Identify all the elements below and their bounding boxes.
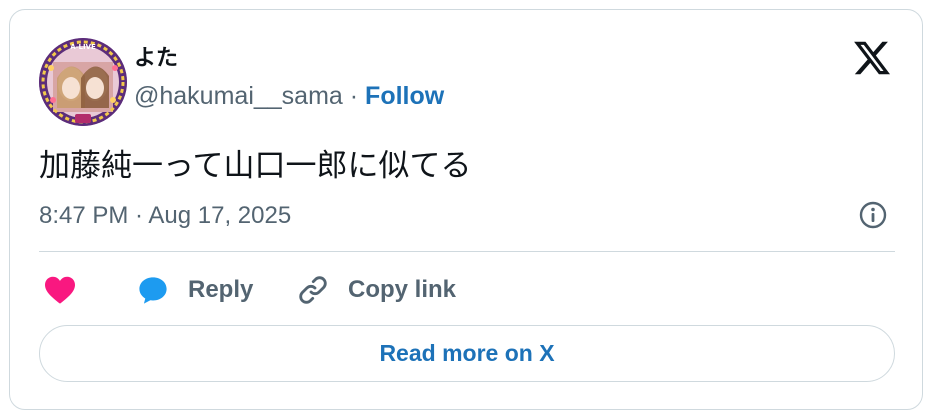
copy-link-button[interactable]: Copy link xyxy=(296,272,456,308)
author-handle[interactable]: @hakumai__sama xyxy=(134,82,343,110)
read-more-label: Read more on X xyxy=(379,340,555,366)
handle-separator: · xyxy=(342,82,366,110)
like-button[interactable] xyxy=(43,272,77,308)
author-handle-row: @hakumai__sama · Follow xyxy=(134,82,444,111)
heart-icon xyxy=(45,276,75,304)
reply-icon xyxy=(139,277,167,304)
author-name[interactable]: よた xyxy=(134,40,178,72)
link-icon xyxy=(299,276,327,304)
post-timestamp[interactable]: 8:47 PM · Aug 17, 2025 xyxy=(39,202,291,230)
avatar-badge-text: A-LIVE xyxy=(70,43,96,51)
post-text: 加藤純一って山口一郎に似てる xyxy=(39,148,472,184)
reply-button[interactable]: Reply xyxy=(136,272,253,308)
copy-link-label: Copy link xyxy=(348,276,457,303)
avatar-image: A-LIVE xyxy=(39,38,127,126)
x-logo-icon[interactable] xyxy=(852,38,892,78)
follow-button[interactable]: Follow xyxy=(365,82,444,110)
reply-label: Reply xyxy=(188,276,254,303)
avatar[interactable]: A-LIVE xyxy=(39,38,127,126)
info-icon[interactable] xyxy=(858,200,888,230)
divider xyxy=(39,251,895,252)
embedded-post-card: A-LIVE よた @hakumai__sama · Follow 加藤純一って… xyxy=(9,9,923,410)
read-more-button[interactable]: Read more on X xyxy=(39,325,895,382)
